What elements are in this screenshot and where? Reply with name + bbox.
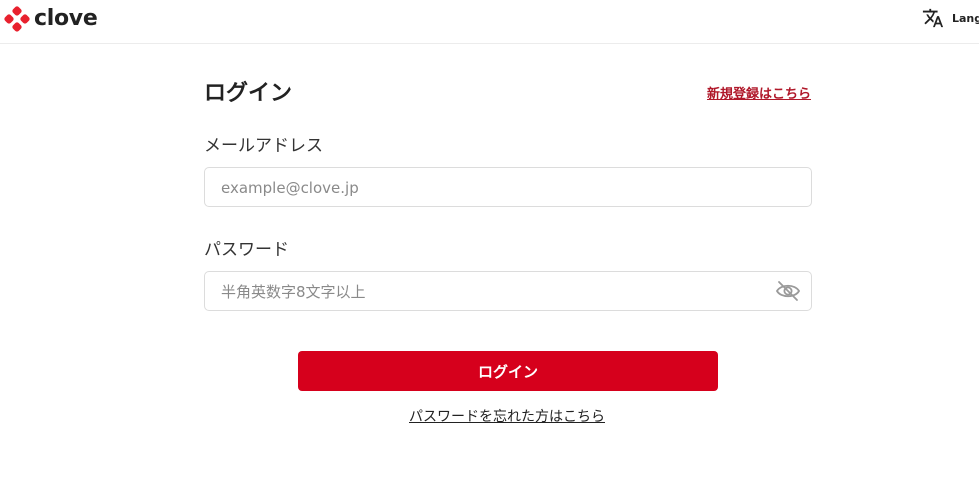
page-title: ログイン <box>204 81 293 106</box>
forgot-password-link[interactable]: パスワードを忘れた方はこちら <box>0 407 979 427</box>
header: clove Lang <box>0 0 979 44</box>
logo-text: clove <box>34 6 98 31</box>
password-label: パスワード <box>204 240 289 260</box>
translate-icon <box>922 8 944 28</box>
eye-off-icon[interactable] <box>775 279 801 307</box>
clove-logo-icon <box>4 6 30 32</box>
language-selector[interactable]: Lang <box>922 6 979 30</box>
email-field[interactable]: example@clove.jp <box>204 167 812 207</box>
login-button[interactable]: ログイン <box>298 351 718 391</box>
language-label: Lang <box>952 11 979 25</box>
password-placeholder: 半角英数字8文字以上 <box>221 283 366 301</box>
email-placeholder: example@clove.jp <box>221 179 359 197</box>
logo[interactable]: clove <box>4 6 98 32</box>
register-link[interactable]: 新規登録はこちら <box>707 86 811 104</box>
password-field[interactable]: 半角英数字8文字以上 <box>204 271 812 311</box>
email-label: メールアドレス <box>204 136 323 156</box>
